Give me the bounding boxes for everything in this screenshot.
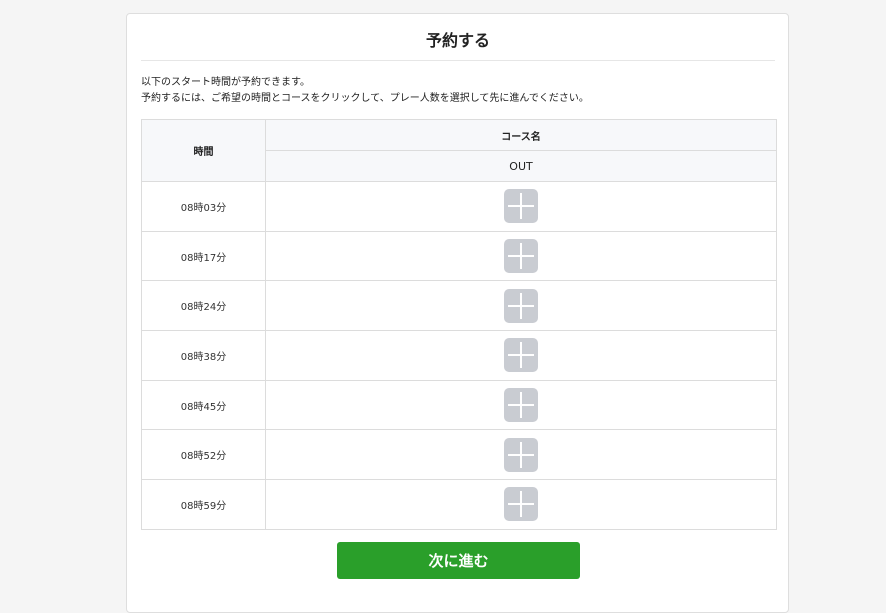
course-cell (265, 479, 777, 530)
plus-icon[interactable] (504, 388, 538, 423)
course-cell (265, 230, 777, 282)
time-cell: 08時59分 (141, 479, 266, 530)
table-row: 08時17分 (141, 230, 777, 282)
time-cell: 08時17分 (141, 230, 266, 282)
course-out-header: OUT (265, 150, 777, 182)
table-row: 08時24分 (141, 280, 777, 332)
plus-icon[interactable] (504, 189, 538, 224)
time-cell: 08時24分 (141, 280, 266, 332)
time-cell: 08時45分 (141, 379, 266, 431)
table-row: 08時45分 (141, 379, 777, 431)
course-column-header: コース名 (265, 119, 777, 151)
table-row: 08時38分 (141, 330, 777, 381)
time-cell: 08時52分 (141, 429, 266, 481)
intro-line-1: 以下のスタート時間が予約できます。 (141, 77, 310, 88)
next-button[interactable]: 次に進む (337, 542, 580, 579)
table-row: 08時59分 (141, 479, 777, 530)
time-cell: 08時38分 (141, 330, 266, 381)
course-cell (265, 280, 777, 332)
table-row: 08時52分 (141, 429, 777, 481)
reservation-card: 予約する 以下のスタート時間が予約できます。 予約するには、ご希望の時間とコース… (126, 13, 789, 613)
time-column-header: 時間 (141, 119, 266, 182)
time-cell: 08時03分 (141, 181, 266, 232)
plus-icon[interactable] (504, 239, 538, 274)
intro-line-2: 予約するには、ご希望の時間とコースをクリックして、プレー人数を選択して先に進んで… (141, 92, 589, 104)
page-title: 予約する (141, 14, 775, 61)
plus-icon[interactable] (504, 288, 538, 323)
course-cell (265, 181, 777, 232)
plus-icon[interactable] (504, 338, 538, 373)
plus-icon[interactable] (504, 487, 538, 522)
table-row: 08時03分 (141, 181, 777, 232)
tee-time-table: 時間 コース名 OUT 08時03分 08時17分 08時24分 08時38分 (141, 119, 777, 530)
course-cell (265, 429, 777, 481)
intro-text: 以下のスタート時間が予約できます。 予約するには、ご希望の時間とコースをクリック… (141, 75, 781, 106)
plus-icon[interactable] (504, 437, 538, 472)
course-cell (265, 330, 777, 381)
course-cell (265, 379, 777, 431)
